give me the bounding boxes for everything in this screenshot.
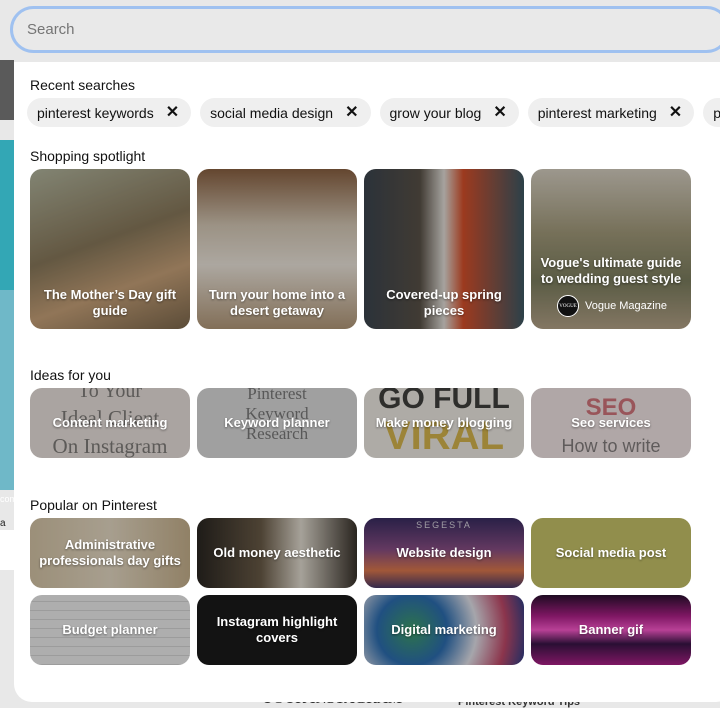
idea-tile-seo-services[interactable]: SEO How to write Seo services (531, 388, 691, 458)
popular-tile-website-design[interactable]: SEGESTA Website design (364, 518, 524, 588)
shopping-tile-mothers-day[interactable]: The Mother’s Day gift guide (30, 169, 190, 329)
tile-label: Seo services (571, 415, 651, 430)
popular-title: Popular on Pinterest (30, 497, 157, 513)
search-suggestions-panel: Recent searches pinterest keywords ✕ soc… (14, 62, 720, 702)
close-icon[interactable]: ✕ (493, 104, 506, 121)
tile-label: Banner gif (578, 622, 644, 637)
chip-label: pinte (713, 104, 720, 121)
close-icon[interactable]: ✕ (669, 104, 682, 121)
popular-tile-administrative-gifts[interactable]: Administrative professionals day gifts (30, 518, 190, 588)
tile-label: Covered-up spring pieces (386, 287, 502, 318)
search-input[interactable] (13, 9, 720, 50)
popular-tile-digital-marketing[interactable]: Digital marketing (364, 595, 524, 665)
shopping-tile-vogue-wedding[interactable]: Vogue's ultimate guide to wedding guest … (531, 169, 691, 329)
background-strip (0, 290, 14, 490)
vogue-name: Vogue Magazine (585, 300, 667, 312)
background-strip (0, 140, 14, 290)
tile-label: Digital marketing (391, 622, 497, 637)
recent-search-chip[interactable]: grow your blog ✕ (379, 98, 519, 127)
idea-tile-content-marketing[interactable]: To Your Ideal Client On Instagram Conten… (30, 388, 190, 458)
tile-label: Keyword planner (224, 415, 330, 430)
tile-label: Instagram highlight covers (216, 614, 338, 645)
tile-label: The Mother’s Day gift guide (43, 287, 177, 318)
search-bar (10, 6, 720, 53)
recent-search-chip[interactable]: pinte (703, 98, 720, 127)
chip-label: pinterest marketing (537, 104, 657, 121)
chip-label: social media design (210, 104, 334, 121)
ideas-title: Ideas for you (30, 367, 111, 383)
close-icon[interactable]: ✕ (166, 104, 179, 121)
popular-tile-instagram-highlight-covers[interactable]: Instagram highlight covers (197, 595, 357, 665)
popular-tile-social-media-post[interactable]: Social media post (531, 518, 691, 588)
idea-tile-keyword-planner[interactable]: Pinterest Keyword Research Keyword plann… (197, 388, 357, 458)
shopping-spotlight-title: Shopping spotlight (30, 148, 146, 164)
vogue-logo: VOGUE (557, 295, 579, 317)
tile-label: Turn your home into a desert getaway (208, 287, 346, 318)
recent-search-chip[interactable]: pinterest keywords ✕ (27, 98, 192, 127)
tile-label: Vogue's ultimate guide to wedding guest … (540, 255, 682, 286)
tile-label: Administrative professionals day gifts (39, 537, 181, 568)
shopping-tile-spring-pieces[interactable]: Covered-up spring pieces (364, 169, 524, 329)
popular-tile-old-money[interactable]: Old money aesthetic (197, 518, 357, 588)
popular-tile-banner-gif[interactable]: Banner gif (531, 595, 691, 665)
recent-searches-list: pinterest keywords ✕ social media design… (27, 98, 720, 128)
background-strip (0, 60, 14, 120)
recent-searches-title: Recent searches (30, 77, 136, 93)
tile-label: Content marketing (52, 415, 168, 430)
chip-label: pinterest keywords (37, 104, 154, 121)
recent-search-chip[interactable]: pinterest marketing ✕ (527, 98, 695, 127)
idea-tile-make-money-blogging[interactable]: GO FULL VIRAL Make money blogging (364, 388, 524, 458)
tile-label: Old money aesthetic (213, 545, 341, 560)
background-side-text: a (0, 518, 6, 529)
tile-label: Social media post (555, 545, 667, 560)
close-icon[interactable]: ✕ (345, 104, 358, 121)
tile-label: Make money blogging (375, 415, 513, 430)
chip-label: grow your blog (389, 104, 482, 121)
shopping-tile-desert-home[interactable]: Turn your home into a desert getaway (197, 169, 357, 329)
tile-label: Website design (396, 545, 492, 560)
recent-search-chip[interactable]: social media design ✕ (200, 98, 371, 127)
background-strip (0, 530, 14, 570)
tile-label: Budget planner (62, 622, 158, 637)
vogue-brand: VOGUE Vogue Magazine (557, 295, 667, 317)
popular-tile-budget-planner[interactable]: Budget planner (30, 595, 190, 665)
